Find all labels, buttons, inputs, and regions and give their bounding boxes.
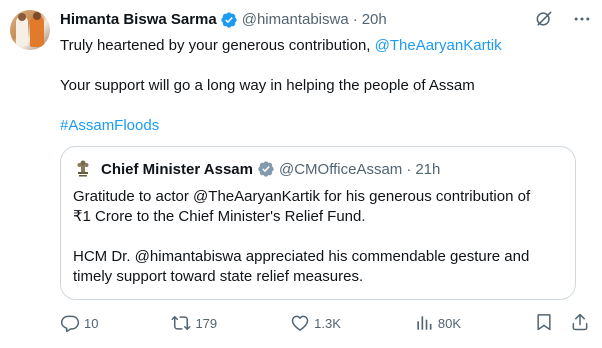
quoted-tweet-header: Chief Minister Assam @CMOfficeAssam · 21… (73, 159, 440, 179)
grok-icon[interactable] (534, 9, 554, 34)
right-actions (534, 312, 590, 335)
quoted-line-2: ₹1 Crore to the Chief Minister's Relief … (73, 208, 366, 225)
quoted-line-3: HCM Dr. @himantabiswa appreciated his co… (73, 248, 530, 265)
top-right-icons (534, 9, 592, 34)
reply-count: 10 (84, 315, 99, 331)
share-icon[interactable] (570, 312, 590, 335)
mention-link[interactable]: @TheAaryanKartik (375, 37, 502, 54)
tweet-time[interactable]: 20h (362, 10, 387, 30)
quoted-tweet-text: Gratitude to actor @TheAaryanKartik for … (73, 187, 563, 287)
like-count: 1.3K (314, 315, 341, 331)
quoted-author-handle[interactable]: @CMOfficeAssam (279, 161, 402, 178)
repost-icon (171, 313, 191, 333)
hashtag-link[interactable]: #AssamFloods (60, 117, 159, 134)
bookmark-icon[interactable] (534, 312, 554, 335)
reply-icon (60, 313, 80, 333)
quoted-line-1: Gratitude to actor @TheAaryanKartik for … (73, 188, 531, 205)
quoted-tweet-time[interactable]: 21h (415, 161, 440, 178)
reply-button[interactable]: 10 (60, 313, 98, 333)
tweet-card[interactable]: Himanta Biswa Sarma @himantabiswa · 20h (0, 0, 602, 348)
more-icon[interactable] (572, 9, 592, 34)
views-icon (414, 313, 434, 333)
tweet-line-2: Your support will go a long way in helpi… (60, 77, 475, 94)
author-avatar[interactable] (10, 10, 50, 50)
quoted-line-4: timely support toward state relief measu… (73, 268, 364, 285)
state-emblem-icon (73, 159, 93, 179)
quoted-author-name[interactable]: Chief Minister Assam (101, 161, 253, 178)
verified-badge-icon (220, 11, 238, 29)
repost-count: 179 (195, 315, 218, 331)
views-button[interactable]: 80K (414, 313, 461, 333)
views-count: 80K (437, 315, 462, 331)
tweet-line-1-text: Truly heartened by your generous contrib… (60, 37, 375, 54)
tweet-header: Himanta Biswa Sarma @himantabiswa · 20h (60, 10, 387, 30)
author-handle[interactable]: @himantabiswa (242, 10, 349, 30)
author-name[interactable]: Himanta Biswa Sarma (60, 10, 217, 30)
quoted-tweet[interactable]: Chief Minister Assam @CMOfficeAssam · 21… (60, 146, 576, 300)
tweet-line-1: Truly heartened by your generous contrib… (60, 36, 590, 56)
like-button[interactable]: 1.3K (290, 313, 341, 333)
tweet-text: Truly heartened by your generous contrib… (60, 36, 590, 136)
quoted-separator-dot: · (406, 160, 412, 178)
like-icon (290, 313, 310, 333)
repost-button[interactable]: 179 (171, 313, 217, 333)
action-bar: 10 179 1.3K 80K (60, 312, 590, 334)
gray-verified-badge-icon (257, 160, 275, 178)
separator-dot: · (352, 11, 358, 28)
